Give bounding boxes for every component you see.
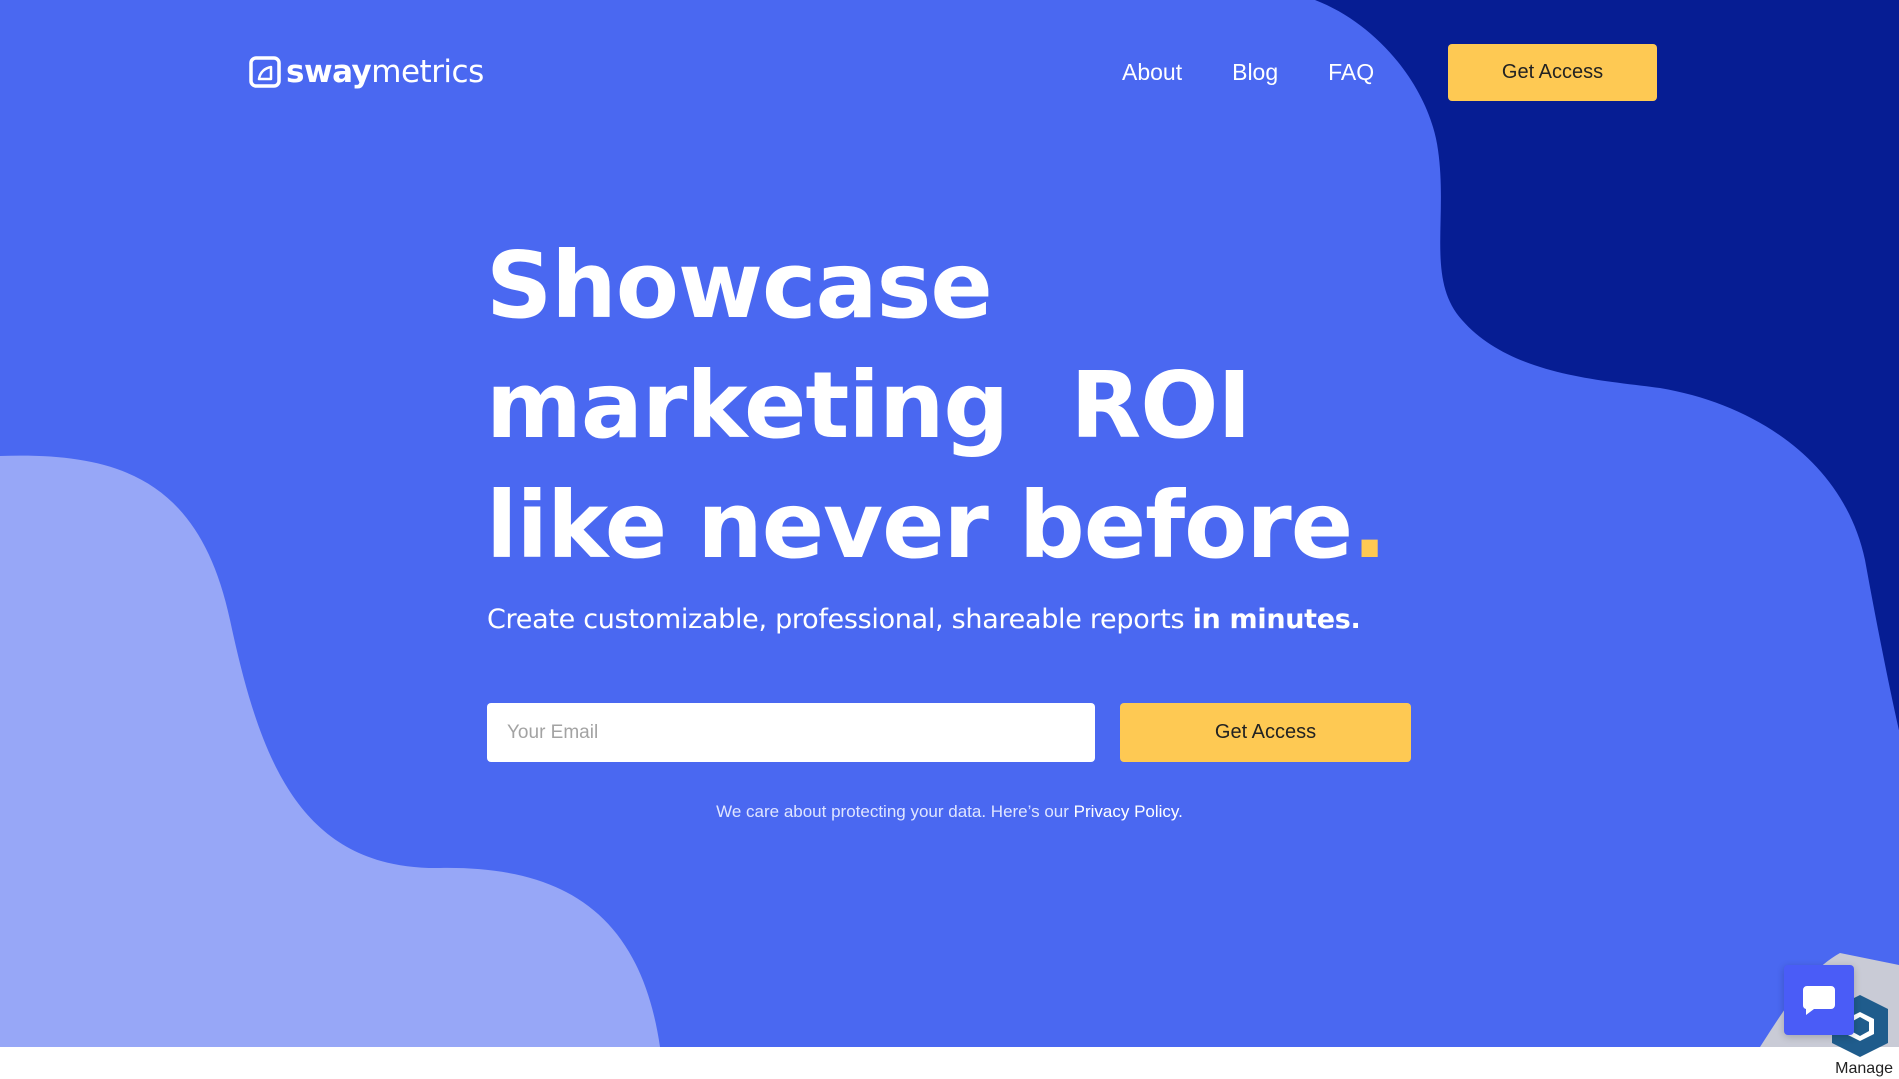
chat-bubble-icon	[1802, 986, 1835, 1015]
headline-line-3: like never before.	[486, 466, 1446, 586]
hero-section: swaymetrics About Blog FAQ Get Access Sh…	[0, 0, 1899, 1047]
logo-square-icon	[249, 56, 281, 88]
nav-faq-link[interactable]: FAQ	[1328, 56, 1374, 88]
sway-metrics-logo[interactable]: swaymetrics	[249, 54, 484, 90]
hero-get-access-button[interactable]: Get Access	[1120, 703, 1411, 762]
subhead-text: Create customizable, professional, share…	[487, 604, 1193, 635]
header-get-access-button[interactable]: Get Access	[1448, 44, 1657, 101]
logo-text-light: metrics	[371, 54, 484, 90]
manage-label: Manage	[1835, 1060, 1893, 1077]
headline-line-2: marketing ROI	[486, 352, 1252, 459]
headline-accent-dot: .	[1352, 472, 1387, 579]
nav-about-link[interactable]: About	[1122, 56, 1182, 88]
chat-widget-button[interactable]	[1784, 965, 1854, 1035]
hero-headline: Showcase marketing ROI like never before…	[486, 226, 1446, 586]
headline-line-3-text: like never before	[486, 472, 1353, 579]
hero-subheading: Create customizable, professional, share…	[487, 600, 1361, 640]
nav-blog-link[interactable]: Blog	[1232, 56, 1278, 88]
privacy-policy-link[interactable]: Privacy Policy.	[1074, 802, 1183, 821]
email-input[interactable]	[487, 703, 1095, 762]
headline-line-1: Showcase	[486, 232, 993, 339]
logo-text-bold: sway	[286, 54, 372, 90]
subhead-emphasis: in minutes.	[1192, 604, 1361, 635]
main-nav: About Blog FAQ	[1100, 56, 1424, 88]
logo-wordmark: swaymetrics	[286, 54, 484, 90]
privacy-note: We care about protecting your data. Here…	[0, 800, 1899, 824]
landing-page: swaymetrics About Blog FAQ Get Access Sh…	[0, 0, 1899, 1079]
privacy-text: We care about protecting your data. Here…	[716, 802, 1074, 821]
